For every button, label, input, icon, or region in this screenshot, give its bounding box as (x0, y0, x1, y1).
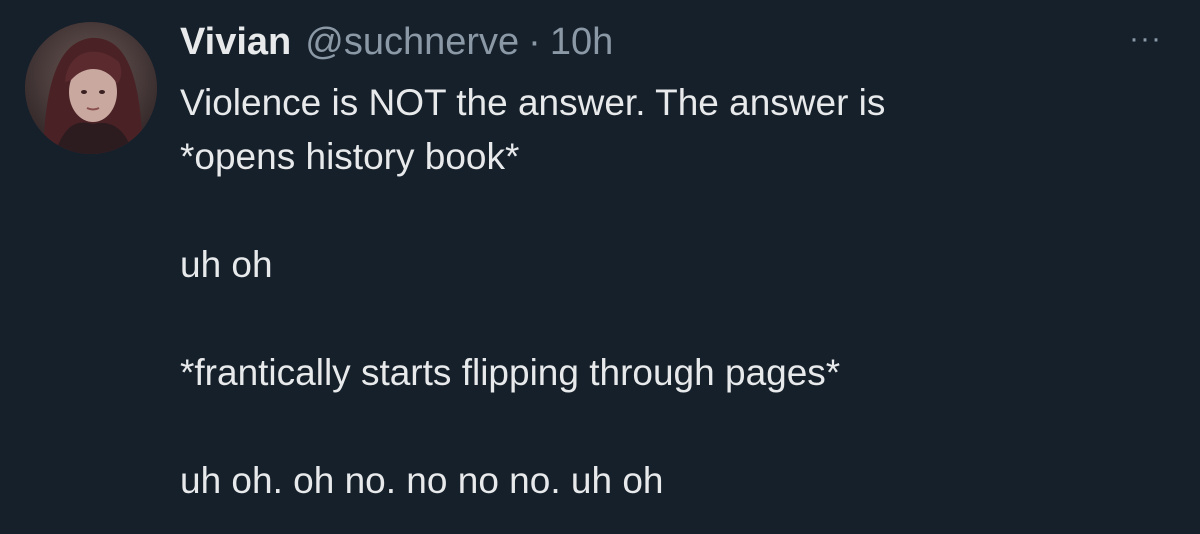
author-handle[interactable]: @suchnerve (305, 21, 519, 64)
tweet-header: Vivian @suchnerve · 10h (180, 14, 613, 70)
tweet-text-line: uh oh. oh no. no no no. uh oh (180, 460, 664, 501)
tweet-text-line: *frantically starts flipping through pag… (180, 352, 841, 393)
separator-dot: · (528, 20, 541, 63)
tweet-text-line: Violence is NOT the answer. The answer i… (180, 82, 886, 123)
timestamp[interactable]: 10h (550, 21, 613, 64)
tweet-text-line (180, 292, 1170, 346)
tweet-text-line (180, 184, 1170, 238)
avatar[interactable] (25, 22, 157, 154)
tweet-text-line: uh oh (180, 244, 273, 285)
more-horizontal-icon[interactable]: ··· (1129, 24, 1162, 54)
tweet-text-line: *opens history book* (180, 136, 520, 177)
tweet-text: Violence is NOT the answer. The answer i… (180, 76, 1170, 508)
tweet-text-line (180, 400, 1170, 454)
tweet-card: Vivian @suchnerve · 10h ··· Violence is … (0, 0, 1200, 534)
author-display-name[interactable]: Vivian (180, 21, 291, 64)
